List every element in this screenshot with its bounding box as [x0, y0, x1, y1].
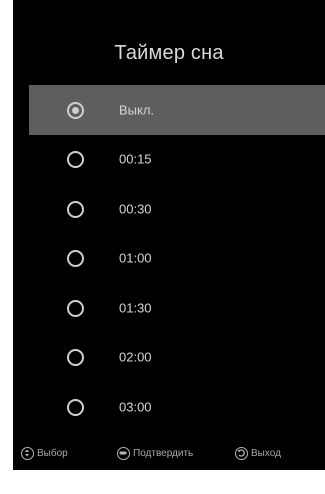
radio-empty-icon — [67, 250, 84, 268]
radio-empty-icon — [67, 299, 84, 317]
option-00-15[interactable]: 00:15 — [29, 135, 325, 185]
option-off[interactable]: Выкл. — [29, 85, 325, 135]
option-label: 02:00 — [119, 349, 152, 365]
option-label: 01:30 — [119, 300, 152, 316]
option-label: 03:00 — [119, 399, 152, 415]
option-01-30[interactable]: 01:30 — [29, 283, 325, 333]
radio-empty-icon — [67, 200, 84, 218]
option-01-00[interactable]: 01:00 — [29, 234, 325, 284]
radio-empty-icon — [67, 151, 84, 169]
option-02-00[interactable]: 02:00 — [29, 333, 325, 383]
dpad-updown-icon — [21, 447, 34, 460]
hint-confirm: Подтвердить — [117, 447, 193, 460]
back-arrow-icon — [235, 447, 248, 460]
option-label: 01:00 — [119, 250, 152, 266]
hint-confirm-label: Подтвердить — [133, 448, 194, 459]
radio-selected-icon — [67, 101, 84, 119]
key-hints-bar: Выбор Подтвердить Выход — [13, 447, 325, 465]
radio-empty-icon — [67, 349, 84, 367]
dialog-title: Таймер сна — [114, 42, 224, 64]
hint-select-label: Выбор — [37, 448, 68, 459]
hint-exit: Выход — [235, 447, 281, 460]
radio-empty-icon — [67, 398, 84, 416]
ok-button-icon — [117, 447, 130, 460]
timer-options-list: Выкл. 00:15 00:30 01:00 01:30 02:00 03:0… — [29, 85, 325, 432]
option-03-00[interactable]: 03:00 — [29, 382, 325, 432]
option-label: 00:15 — [119, 151, 152, 167]
option-label: 00:30 — [119, 201, 152, 217]
option-label: Выкл. — [119, 102, 155, 118]
sleep-timer-dialog: Таймер сна Выкл. 00:15 00:30 01:00 01:30… — [13, 0, 325, 470]
option-00-30[interactable]: 00:30 — [29, 184, 325, 234]
hint-exit-label: Выход — [251, 448, 281, 459]
hint-select: Выбор — [21, 447, 68, 460]
